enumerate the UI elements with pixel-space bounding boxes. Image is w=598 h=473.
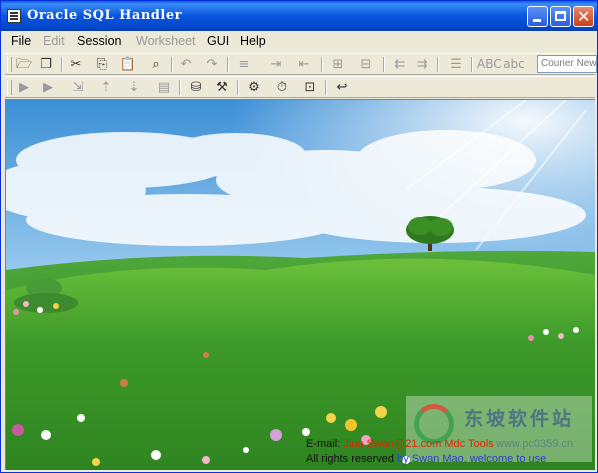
execute-icon[interactable]: ▶ <box>15 79 33 96</box>
menu-gui[interactable]: GUI <box>207 34 229 48</box>
copy-sheet-icon[interactable]: ❐ <box>37 56 55 73</box>
menu-file[interactable]: File <box>11 34 31 48</box>
menu-help[interactable]: Help <box>240 34 266 48</box>
shift-left-icon[interactable]: ⇇ <box>391 56 409 73</box>
open-folder-icon[interactable]: 🗁 <box>15 56 33 73</box>
lowercase-button[interactable]: abc <box>503 56 525 73</box>
minimize-button[interactable] <box>527 6 548 27</box>
watermark-brand: 东坡软件站 <box>464 409 575 430</box>
indent-icon[interactable]: ⇥ <box>267 56 285 73</box>
step-into-icon[interactable]: ⇲ <box>69 79 87 96</box>
maximize-button[interactable] <box>550 6 571 27</box>
toolbar-grip[interactable] <box>7 80 12 95</box>
menu-edit[interactable]: Edit <box>43 34 65 48</box>
uncomment-icon[interactable]: ⊟ <box>357 56 375 73</box>
watermark-url: www.pc0359.cn <box>496 438 574 450</box>
rollback-icon[interactable]: ⇣ <box>125 79 143 96</box>
menu-worksheet[interactable]: Worksheet <box>136 34 196 48</box>
font-selector[interactable]: Courier New <box>537 55 597 73</box>
credit-text: by Swan Mao, welcome to use <box>397 453 547 465</box>
menu-session[interactable]: Session <box>77 34 121 48</box>
export-icon[interactable]: ⊡ <box>301 79 319 96</box>
cut-icon[interactable]: ✂ <box>67 56 85 73</box>
rights-text: All rights reserved <box>306 453 395 465</box>
close-button[interactable]: ✕ <box>573 6 594 27</box>
email-value: Jinn Swan@21.com Mdc Tools <box>343 438 494 450</box>
footer-rights-line: All rights reserved by Swan Mao, welcome… <box>306 453 546 465</box>
comment-icon[interactable]: ⊞ <box>329 56 347 73</box>
database-connect-icon[interactable]: ⛁ <box>187 79 205 96</box>
copy-icon[interactable]: ⎘ <box>93 56 111 73</box>
menu-bar: File Edit Session Worksheet GUI Help <box>5 32 595 52</box>
timer-icon[interactable]: ⏱ <box>273 79 291 96</box>
tools-icon[interactable]: ⚒ <box>213 79 231 96</box>
app-window: Oracle SQL Handler ✕ File Edit Session W… <box>0 0 598 473</box>
align-icon[interactable]: ≡ <box>235 56 253 73</box>
commit-icon[interactable]: ⇡ <box>97 79 115 96</box>
object-browser-icon[interactable]: ⚙ <box>245 79 263 96</box>
close-icon: ✕ <box>577 7 591 26</box>
maximize-icon <box>555 11 566 21</box>
title-bar[interactable]: Oracle SQL Handler ✕ <box>1 1 597 31</box>
minimize-icon <box>533 19 541 22</box>
footer-email-line: E-mail: Jinn Swan@21.com Mdc Tools <box>306 438 494 450</box>
undo-icon[interactable]: ↶ <box>177 56 195 73</box>
session-toolbar: ▶ ▶ ⇲ ⇡ ⇣ ▤ ⛁ ⚒ ⚙ ⏱ ⊡ ↩ <box>5 76 595 98</box>
explain-plan-icon[interactable]: ▤ <box>155 79 173 96</box>
execute-script-icon[interactable]: ▶ <box>39 79 57 96</box>
main-toolbar: 🗁 ❐ ✂ ⎘ 📋 ⌕ ↶ ↷ ≡ ⇥ ⇤ ⊞ ⊟ ⇇ ⇉ ☰ ABC abc … <box>5 53 597 75</box>
window-title: Oracle SQL Handler <box>27 8 182 23</box>
paste-icon[interactable]: 📋 <box>119 56 137 73</box>
email-label: E-mail: <box>306 438 341 450</box>
shift-right-icon[interactable]: ⇉ <box>413 56 431 73</box>
list-icon[interactable]: ☰ <box>447 56 465 73</box>
redo-icon[interactable]: ↷ <box>203 56 221 73</box>
workspace-background: 东坡软件站 www.pc0359.cn E-mail: Jinn Swan@21… <box>5 99 595 470</box>
find-binoculars-icon[interactable]: ⌕ <box>147 56 165 73</box>
uppercase-button[interactable]: ABC <box>477 56 502 73</box>
outdent-icon[interactable]: ⇤ <box>295 56 313 73</box>
toolbar-grip[interactable] <box>7 57 12 72</box>
wrap-icon[interactable]: ↩ <box>333 79 351 96</box>
app-icon[interactable] <box>7 9 21 23</box>
